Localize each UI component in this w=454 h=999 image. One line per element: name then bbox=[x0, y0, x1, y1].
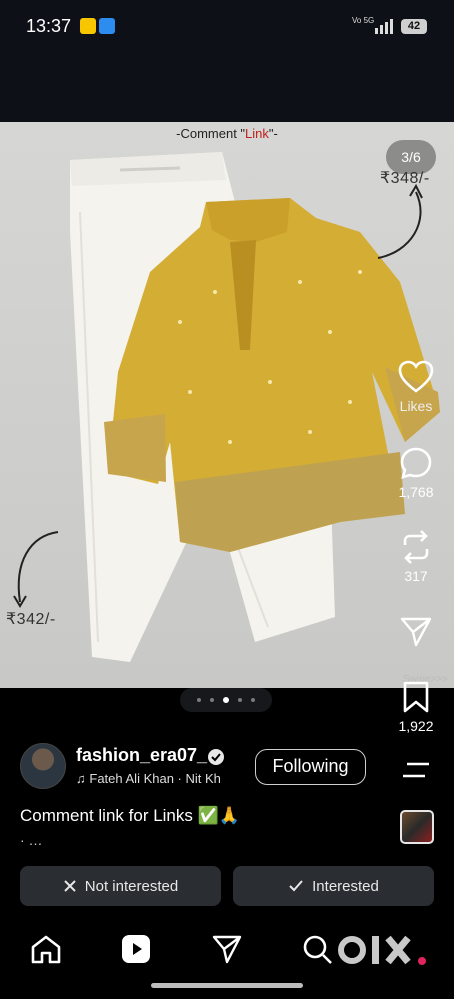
verified-badge-icon bbox=[208, 749, 224, 765]
interested-label: Interested bbox=[312, 877, 379, 895]
more-options-button[interactable] bbox=[386, 760, 446, 780]
carousel-dot bbox=[238, 698, 242, 702]
pants-price-label: ₹342/- bbox=[6, 611, 56, 628]
reels-icon[interactable] bbox=[120, 934, 152, 964]
repost-button[interactable]: 317 bbox=[386, 530, 446, 584]
not-interested-button[interactable]: Not interested bbox=[20, 866, 221, 906]
carousel-dot bbox=[197, 698, 201, 702]
flipkart-app-icon bbox=[80, 18, 96, 34]
carousel-dot bbox=[210, 698, 214, 702]
like-button[interactable]: Likes bbox=[386, 360, 446, 414]
music-row[interactable]: ♫ Fateh Ali Khan · Nit Kh bbox=[76, 771, 246, 786]
network-badge: Vo 5G bbox=[352, 16, 375, 25]
bookmark-icon bbox=[403, 681, 429, 713]
menu-lines-icon bbox=[403, 762, 429, 778]
post-caption[interactable]: Comment link for Links ✅🙏 bbox=[20, 806, 240, 826]
reposts-count: 317 bbox=[404, 568, 428, 584]
saves-count: 1,922 bbox=[398, 718, 434, 734]
top-spacer bbox=[0, 56, 454, 122]
likes-label: Likes bbox=[399, 398, 433, 414]
carousel-dots bbox=[180, 688, 272, 712]
username[interactable]: fashion_era07_ bbox=[76, 745, 207, 766]
carousel-dot bbox=[251, 698, 255, 702]
music-note-icon: ♫ bbox=[76, 771, 90, 786]
search-icon[interactable] bbox=[302, 934, 334, 964]
heart-icon bbox=[398, 360, 434, 393]
send-icon[interactable] bbox=[211, 934, 243, 964]
music-title: Fateh Ali Khan · Nit Kh bbox=[89, 771, 221, 786]
check-icon bbox=[289, 880, 303, 892]
comment-button[interactable]: 1,768 bbox=[386, 446, 446, 500]
kurta-price-label: ₹348/- bbox=[380, 170, 430, 187]
repost-icon bbox=[403, 530, 429, 564]
share-button[interactable] bbox=[386, 615, 446, 647]
interested-button[interactable]: Interested bbox=[233, 866, 434, 906]
avatar[interactable] bbox=[20, 743, 66, 789]
battery-indicator: 42 bbox=[401, 19, 427, 34]
not-interested-label: Not interested bbox=[84, 877, 179, 895]
status-time: 13:37 bbox=[26, 16, 72, 36]
close-icon bbox=[64, 880, 76, 892]
status-bar: 13:37 Vo 5G 42 bbox=[0, 0, 454, 56]
olx-logo[interactable] bbox=[338, 930, 438, 970]
comment-icon bbox=[400, 447, 432, 479]
home-indicator bbox=[151, 983, 303, 988]
following-button[interactable]: Following bbox=[255, 749, 366, 785]
send-icon bbox=[400, 617, 432, 647]
comments-count: 1,768 bbox=[398, 484, 434, 500]
audio-thumbnail[interactable] bbox=[400, 810, 434, 844]
caption-more[interactable]: · … bbox=[20, 832, 43, 848]
home-icon[interactable] bbox=[30, 934, 62, 964]
carousel-dot-active bbox=[223, 697, 229, 703]
save-button[interactable]: 1,922 bbox=[386, 680, 446, 734]
play-store-app-icon bbox=[99, 18, 115, 34]
comment-link-caption: -Comment "Link"- bbox=[176, 126, 278, 141]
signal-icon bbox=[375, 19, 393, 34]
